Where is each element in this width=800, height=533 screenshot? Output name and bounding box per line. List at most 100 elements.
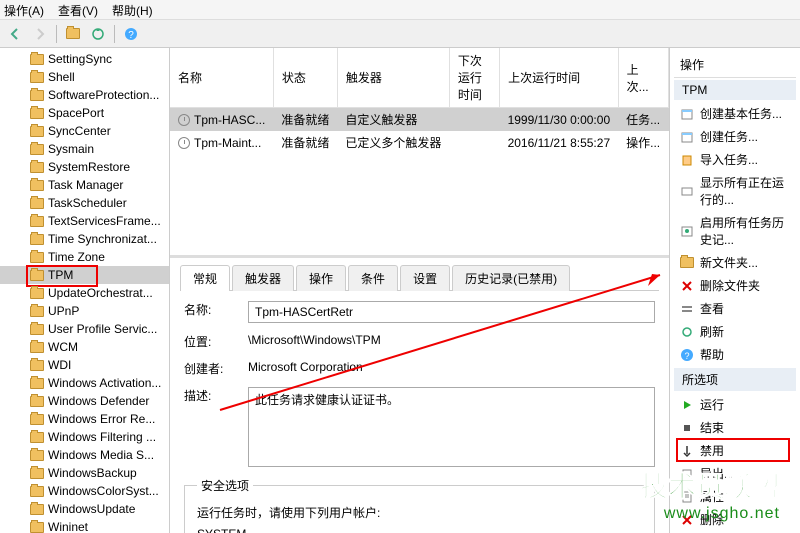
action-label: 结束 xyxy=(700,419,724,436)
tree-view[interactable]: SettingSync Shell SoftwareProtection...Spa… xyxy=(0,48,170,533)
tree-item-spaceport[interactable]: SpacePort xyxy=(0,104,169,122)
tree-item-windowscolorsyst[interactable]: WindowsColorSyst... xyxy=(0,482,169,500)
tree-item-settingsync[interactable]: SettingSync xyxy=(0,50,169,68)
col-last[interactable]: 上次运行时间 xyxy=(500,48,619,108)
toolbar-folder[interactable] xyxy=(62,23,84,45)
tree-item-tpm[interactable]: TPM xyxy=(0,266,169,284)
watermark-text1: 技术员联盟 xyxy=(640,465,780,505)
watermark: 技术员联盟 www.jsgho.net xyxy=(640,465,780,523)
tabs: 常规 触发器 操作 条件 设置 历史记录(已禁用) xyxy=(180,264,659,291)
tab-general[interactable]: 常规 xyxy=(180,265,230,291)
tree-item-timesynchronizat[interactable]: Time Synchronizat... xyxy=(0,230,169,248)
action-结束[interactable]: 结束 xyxy=(674,416,796,439)
tree-item-taskmanager[interactable]: Task Manager xyxy=(0,176,169,194)
menu-view[interactable]: 查看(V) xyxy=(58,2,98,17)
action-label: 新文件夹... xyxy=(700,254,758,271)
tab-history[interactable]: 历史记录(已禁用) xyxy=(452,265,570,291)
action-label: 删除文件夹 xyxy=(700,277,760,294)
tree-item-wdi[interactable]: WDI xyxy=(0,356,169,374)
task-row[interactable]: Tpm-HASC...准备就绪自定义触发器1999/11/30 0:00:00任… xyxy=(170,108,669,132)
action-启用所有任务历史记[interactable]: 启用所有任务历史记... xyxy=(674,211,796,251)
tree-item-label: WindowsColorSyst... xyxy=(48,484,159,498)
tree-item-windowsmedias[interactable]: Windows Media S... xyxy=(0,446,169,464)
menu-help[interactable]: 帮助(H) xyxy=(112,2,153,17)
action-查看[interactable]: 查看 xyxy=(674,297,796,320)
help-icon: ? xyxy=(680,348,694,362)
action-新文件夹[interactable]: 新文件夹... xyxy=(674,251,796,274)
tree-item-taskscheduler[interactable]: TaskScheduler xyxy=(0,194,169,212)
back-button[interactable] xyxy=(4,23,26,45)
toolbar-help[interactable]: ? xyxy=(120,23,142,45)
tree-item-windowsdefender[interactable]: Windows Defender xyxy=(0,392,169,410)
separator xyxy=(56,25,57,43)
action-帮助[interactable]: ?帮助 xyxy=(674,343,796,366)
import-icon xyxy=(680,153,694,167)
location-value: \Microsoft\Windows\TPM xyxy=(248,333,381,347)
tree-item-label: TaskScheduler xyxy=(48,196,127,210)
desc-field[interactable] xyxy=(248,387,655,467)
folder-icon xyxy=(30,306,44,317)
action-运行[interactable]: 运行 xyxy=(674,393,796,416)
tree-item-label: User Profile Servic... xyxy=(48,322,157,336)
tree-item-systemrestore[interactable]: SystemRestore xyxy=(0,158,169,176)
actions-title: 操作 xyxy=(674,52,796,78)
tab-triggers[interactable]: 触发器 xyxy=(232,265,294,291)
action-禁用[interactable]: 禁用 xyxy=(674,439,796,462)
tree-item-softwareprotection[interactable]: SoftwareProtection... xyxy=(0,86,169,104)
name-field[interactable] xyxy=(248,301,655,323)
task-list[interactable]: 名称 状态 触发器 下次运行时间 上次运行时间 上次... Tpm-HASC..… xyxy=(170,48,669,258)
folder-icon xyxy=(30,270,44,281)
col-status[interactable]: 状态 xyxy=(273,48,337,108)
action-显示所有正在运行的[interactable]: 显示所有正在运行的... xyxy=(674,171,796,211)
tree-item-label: Time Synchronizat... xyxy=(48,232,157,246)
menubar: 操作(A) 查看(V) 帮助(H) xyxy=(0,0,800,20)
tab-actions[interactable]: 操作 xyxy=(296,265,346,291)
action-创建基本任务[interactable]: 创建基本任务... xyxy=(674,102,796,125)
tree-item-label: Shell xyxy=(48,70,75,84)
tab-settings[interactable]: 设置 xyxy=(400,265,450,291)
tree-item-wininet[interactable]: Wininet xyxy=(0,518,169,533)
tree-item-label: Windows Filtering ... xyxy=(48,430,156,444)
tree-item-updateorchestrat[interactable]: UpdateOrchestrat... xyxy=(0,284,169,302)
action-导入任务[interactable]: 导入任务... xyxy=(674,148,796,171)
tab-conditions[interactable]: 条件 xyxy=(348,265,398,291)
tree-item-synccenter[interactable]: SyncCenter xyxy=(0,122,169,140)
folder-icon xyxy=(30,54,44,65)
tree-item-upnp[interactable]: UPnP xyxy=(0,302,169,320)
action-刷新[interactable]: 刷新 xyxy=(674,320,796,343)
tree-item-windowsbackup[interactable]: WindowsBackup xyxy=(0,464,169,482)
action-创建任务[interactable]: 创建任务... xyxy=(674,125,796,148)
toolbar: ? xyxy=(0,20,800,48)
tree-item-windowserrorre[interactable]: Windows Error Re... xyxy=(0,410,169,428)
author-value: Microsoft Corporation xyxy=(248,360,363,374)
tree-item-wcm[interactable]: WCM xyxy=(0,338,169,356)
separator xyxy=(114,25,115,43)
tree-item-windowsupdate[interactable]: WindowsUpdate xyxy=(0,500,169,518)
forward-button[interactable] xyxy=(29,23,51,45)
tree-item-textservicesframe[interactable]: TextServicesFrame... xyxy=(0,212,169,230)
svg-text:?: ? xyxy=(684,351,689,361)
col-lastresult[interactable]: 上次... xyxy=(618,48,668,108)
tree-item-userprofileservic[interactable]: User Profile Servic... xyxy=(0,320,169,338)
col-name[interactable]: 名称 xyxy=(170,48,273,108)
tree-item-windowsfiltering[interactable]: Windows Filtering ... xyxy=(0,428,169,446)
action-删除文件夹[interactable]: 删除文件夹 xyxy=(674,274,796,297)
tree-item-timezone[interactable]: Time Zone xyxy=(0,248,169,266)
tree-item-shell[interactable]: Shell xyxy=(0,68,169,86)
actions-section-selected: 所选项 xyxy=(674,368,796,391)
toolbar-refresh[interactable] xyxy=(87,23,109,45)
tree-item-label: WDI xyxy=(48,358,71,372)
desc-label: 描述: xyxy=(184,387,232,404)
menu-action[interactable]: 操作(A) xyxy=(4,2,44,17)
col-triggers[interactable]: 触发器 xyxy=(337,48,449,108)
folder-icon xyxy=(30,252,44,263)
tree-item-label: SystemRestore xyxy=(48,160,130,174)
folder-icon xyxy=(30,504,44,515)
tree-item-windowsactivation[interactable]: Windows Activation... xyxy=(0,374,169,392)
tree-item-sysmain[interactable]: Sysmain xyxy=(0,140,169,158)
task-row[interactable]: Tpm-Maint...准备就绪已定义多个触发器2016/11/21 8:55:… xyxy=(170,131,669,154)
folder-icon xyxy=(680,256,694,270)
col-next[interactable]: 下次运行时间 xyxy=(449,48,499,108)
folder-icon xyxy=(30,360,44,371)
general-form: 名称: 位置: \Microsoft\Windows\TPM 创建者: Micr… xyxy=(180,291,659,533)
